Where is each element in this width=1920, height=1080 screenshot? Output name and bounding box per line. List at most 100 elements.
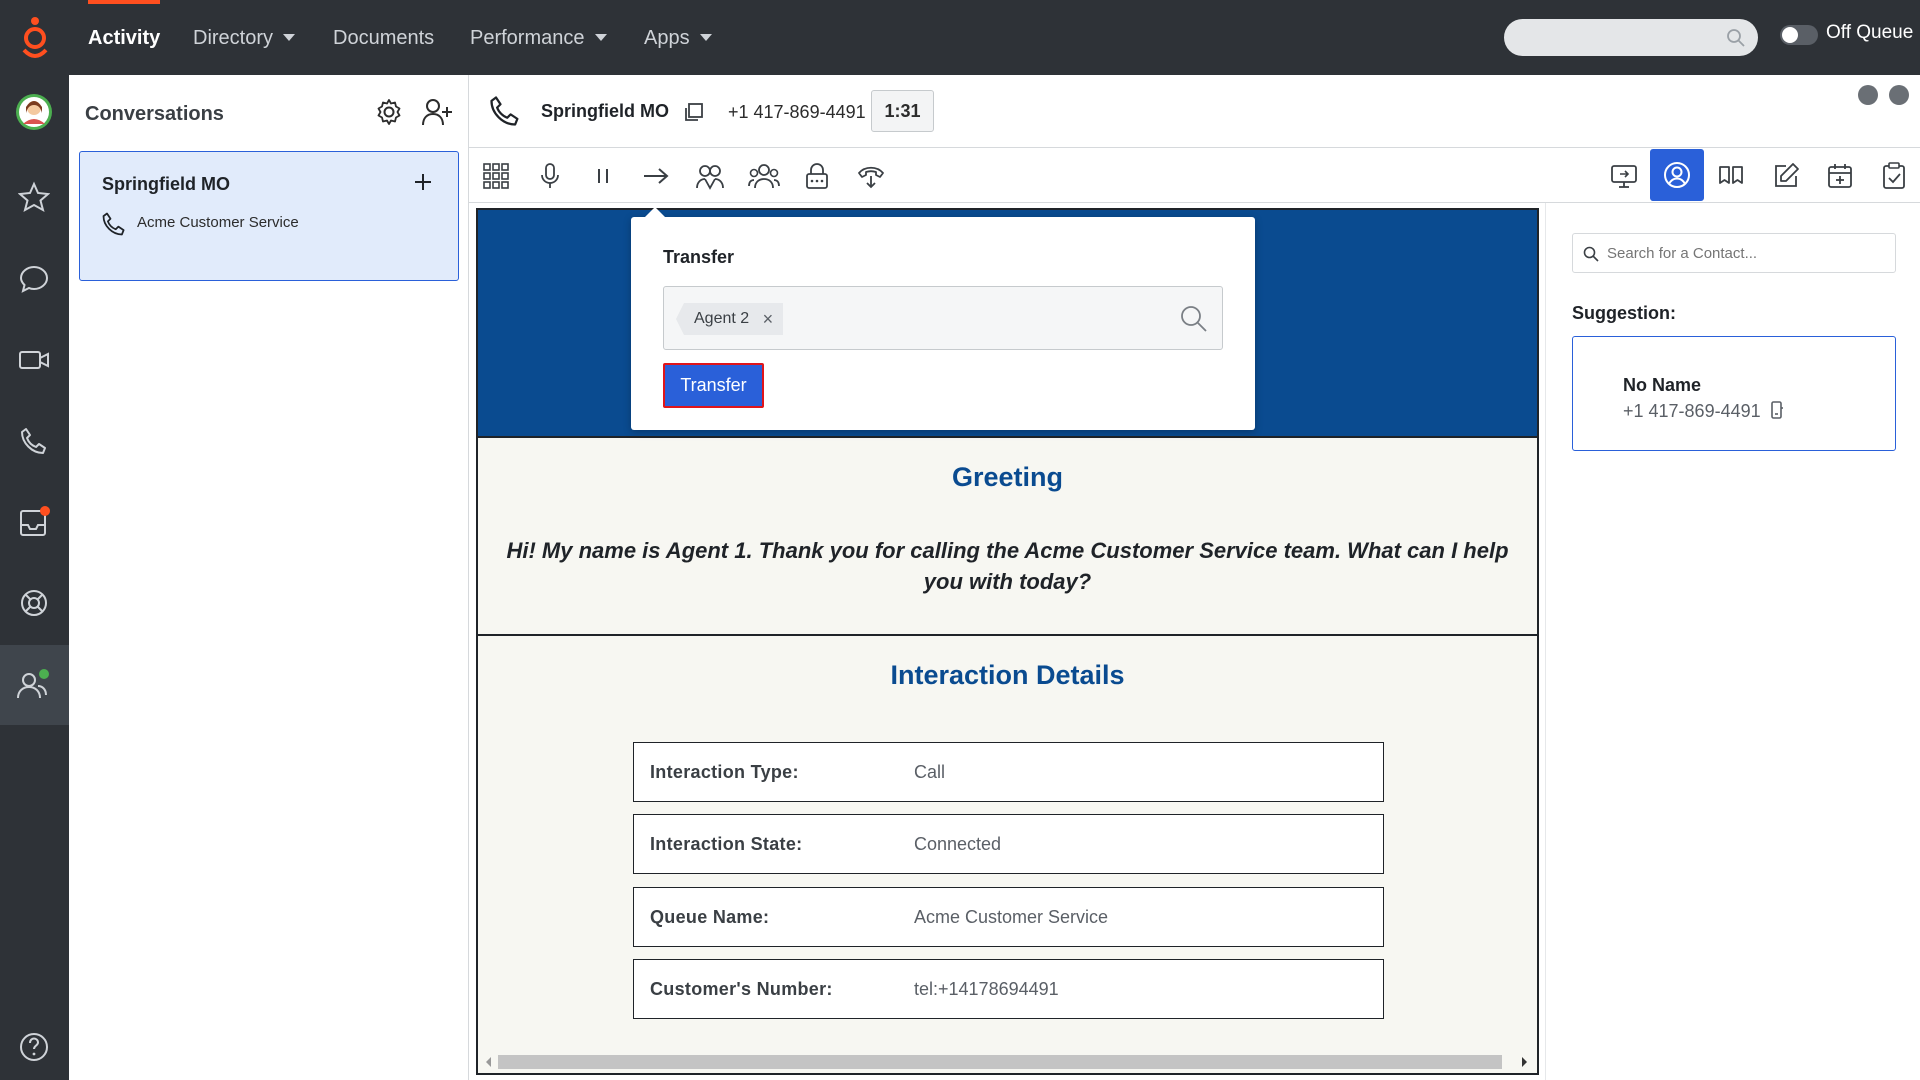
help-icon[interactable]: [14, 1027, 54, 1067]
left-rail: [0, 75, 69, 1080]
nav-apps[interactable]: Apps: [644, 0, 712, 75]
phone-icon[interactable]: [14, 421, 54, 461]
nav-performance-label: Performance: [470, 26, 585, 49]
queue-status-label: Off Queue: [1826, 22, 1914, 43]
call-timer: 1:31: [871, 90, 934, 132]
add-circle-icon[interactable]: [1889, 85, 1909, 105]
nav-apps-label: Apps: [644, 26, 690, 49]
hold-pause-icon[interactable]: [583, 156, 623, 196]
conversations-title: Conversations: [85, 103, 224, 125]
horizontal-scrollbar[interactable]: [478, 1048, 1537, 1073]
detail-label: Interaction State:: [650, 834, 803, 854]
queue-toggle[interactable]: [1780, 25, 1818, 45]
secure-lock-icon[interactable]: [797, 156, 837, 196]
detail-value: Call: [914, 762, 946, 782]
video-camera-icon[interactable]: [14, 340, 54, 380]
call-header: Springfield MO +1 417-869-4491 1:31: [469, 75, 1920, 148]
suggestion-card[interactable]: No Name +1 417-869-4491: [1572, 336, 1896, 451]
conversations-panel: Conversations Springfield MO Acme Custom…: [69, 75, 469, 1080]
nav-documents[interactable]: Documents: [333, 0, 434, 75]
detail-value: Acme Customer Service: [914, 907, 1109, 927]
mobile-phone-icon: [1770, 401, 1783, 419]
search-icon: [1583, 246, 1599, 262]
detail-value: tel:+14178694491: [914, 979, 1059, 999]
scroll-left-arrow-icon[interactable]: [486, 1057, 491, 1067]
detail-row-interaction-state: Interaction State: Connected: [633, 814, 1384, 874]
detail-label: Customer's Number:: [650, 979, 833, 999]
user-avatar-icon: [16, 94, 52, 130]
disconnect-icon[interactable]: [851, 156, 891, 196]
nav-documents-label: Documents: [333, 26, 435, 49]
plus-icon[interactable]: [413, 172, 433, 192]
conversation-card[interactable]: Springfield MO Acme Customer Service: [79, 151, 459, 281]
greeting-title: Greeting: [951, 462, 1064, 492]
top-nav-bar: Activity Directory Documents Performance…: [0, 0, 1920, 75]
transfer-title: Transfer: [663, 247, 735, 267]
call-toolbar: [469, 148, 1920, 203]
detail-row-queue-name: Queue Name: Acme Customer Service: [633, 887, 1384, 947]
contact-panel: Suggestion: No Name +1 417-869-4491: [1545, 203, 1920, 1080]
contact-search-field[interactable]: [1572, 233, 1896, 273]
detail-label: Queue Name:: [650, 907, 770, 927]
search-icon: [1181, 306, 1207, 332]
microphone-icon[interactable]: [530, 156, 570, 196]
transfer-recipient-input[interactable]: Agent 2 ×: [663, 286, 1223, 350]
schedule-calendar-icon[interactable]: [1820, 156, 1860, 196]
contact-profile-icon[interactable]: [1650, 149, 1704, 201]
phone-icon: [490, 96, 519, 126]
script-icon[interactable]: [1712, 156, 1752, 196]
agent-status-icon[interactable]: [14, 665, 54, 705]
wrapup-clipboard-icon[interactable]: [1874, 156, 1914, 196]
support-lifebuoy-icon[interactable]: [14, 583, 54, 623]
remove-chip-icon[interactable]: ×: [763, 303, 774, 335]
gear-icon[interactable]: [374, 97, 404, 127]
global-search-input[interactable]: [1504, 19, 1758, 56]
suggestion-name: No Name: [1623, 375, 1702, 395]
conference-icon[interactable]: [744, 156, 784, 196]
phone-icon: [102, 212, 125, 236]
search-icon: [1727, 29, 1745, 47]
greeting-text: Hi! My name is Agent 1. Thank you for ca…: [506, 538, 1509, 594]
suggestion-label: Suggestion:: [1572, 303, 1676, 323]
recipient-chip-label: Agent 2: [694, 310, 750, 327]
detail-row-customer-number: Customer's Number: tel:+14178694491: [633, 959, 1384, 1019]
inbox-icon[interactable]: [14, 502, 54, 542]
nav-directory-label: Directory: [193, 26, 274, 49]
call-contact-name: Springfield MO: [541, 101, 669, 121]
chevron-down-icon: [594, 34, 607, 41]
recipient-chip: Agent 2 ×: [676, 303, 784, 335]
consult-icon[interactable]: [690, 156, 730, 196]
detail-row-interaction-type: Interaction Type: Call: [633, 742, 1384, 802]
genesys-logo-icon[interactable]: [18, 16, 52, 60]
contact-search-input[interactable]: [1607, 234, 1887, 272]
nav-performance[interactable]: Performance: [470, 0, 607, 75]
suggestion-number: +1 417-869-4491: [1623, 401, 1784, 422]
conversation-name: Springfield MO: [102, 174, 230, 194]
chevron-down-icon: [283, 34, 296, 41]
section-divider: [478, 634, 1537, 636]
chat-bubble-icon[interactable]: [14, 259, 54, 299]
copy-icon[interactable]: [683, 101, 705, 123]
scrollbar-thumb[interactable]: [498, 1055, 1502, 1069]
notes-edit-icon[interactable]: [1766, 156, 1806, 196]
nav-activity-label: Activity: [88, 26, 161, 49]
nav-activity[interactable]: Activity: [88, 0, 161, 75]
transfer-popover: Transfer Agent 2 × Transfer: [631, 207, 1255, 430]
scroll-right-arrow-icon[interactable]: [1522, 1057, 1527, 1067]
nav-directory[interactable]: Directory: [193, 0, 296, 75]
detail-label: Interaction Type:: [650, 762, 799, 782]
transfer-button[interactable]: Transfer: [663, 363, 764, 408]
add-user-icon[interactable]: [421, 97, 453, 127]
conversation-queue: Acme Customer Service: [137, 214, 299, 231]
transfer-arrow-icon[interactable]: [636, 156, 676, 196]
dialpad-icon[interactable]: [476, 156, 516, 196]
call-number: +1 417-869-4491: [728, 102, 866, 122]
avatar[interactable]: [14, 92, 54, 132]
detail-value: Connected: [914, 834, 1002, 854]
suggestion-number-text: +1 417-869-4491: [1623, 401, 1761, 421]
chevron-down-icon: [699, 34, 712, 41]
screen-share-icon[interactable]: [1604, 156, 1644, 196]
favorites-star-icon[interactable]: [14, 177, 54, 217]
interaction-details-title: Interaction Details: [890, 660, 1125, 690]
back-circle-icon[interactable]: [1858, 85, 1878, 105]
